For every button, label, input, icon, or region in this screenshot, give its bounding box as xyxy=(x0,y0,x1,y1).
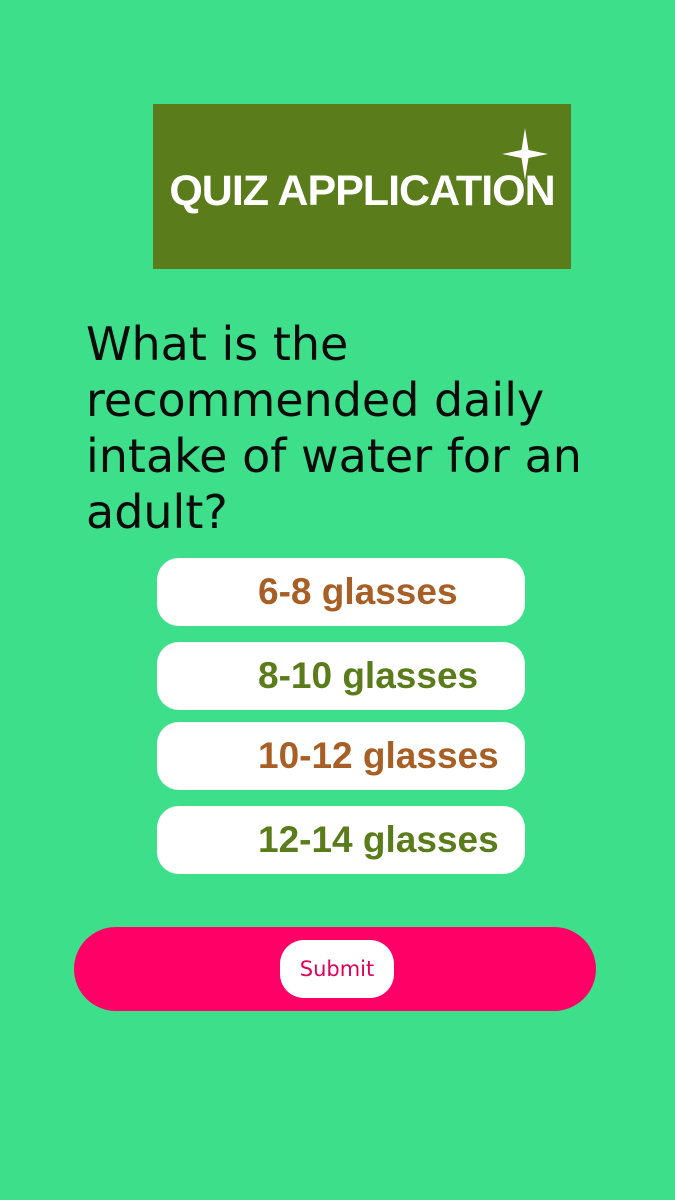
submit-button[interactable]: Submit xyxy=(280,940,394,998)
app-title: QUIZ APPLICATION xyxy=(169,167,555,215)
question-text: What is the recommended daily intake of … xyxy=(86,317,582,539)
answer-option-2[interactable]: 8-10 glasses xyxy=(157,642,525,710)
submit-bar: Submit xyxy=(74,927,596,1011)
app-header: QUIZ APPLICATION xyxy=(153,104,571,269)
answer-option-3[interactable]: 10-12 glasses xyxy=(157,722,525,790)
answer-option-label: 10-12 glasses xyxy=(258,735,499,776)
answer-option-1[interactable]: 6-8 glasses xyxy=(157,558,525,626)
answer-option-label: 6-8 glasses xyxy=(258,571,458,612)
answer-option-label: 8-10 glasses xyxy=(258,655,479,696)
answer-option-4[interactable]: 12-14 glasses xyxy=(157,806,525,874)
answer-option-label: 12-14 glasses xyxy=(258,819,499,860)
